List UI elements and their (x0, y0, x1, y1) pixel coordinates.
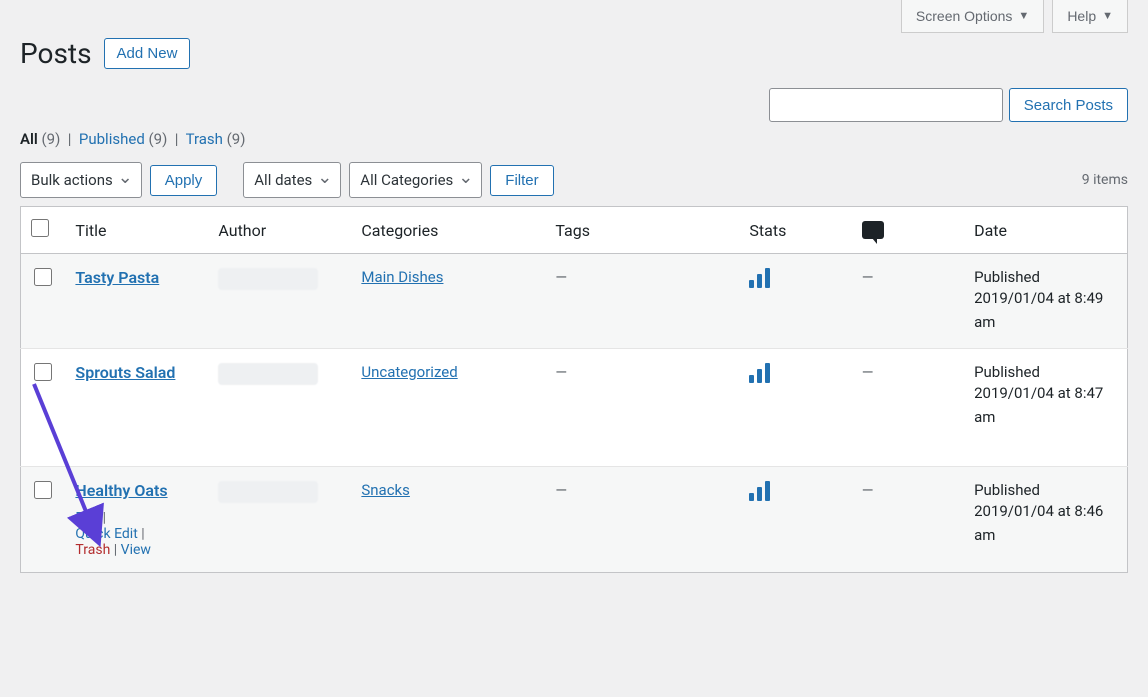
status-all[interactable]: All (9) (20, 130, 64, 148)
comments-empty: — (862, 481, 874, 499)
quick-edit-link[interactable]: Quick Edit (75, 526, 137, 542)
post-date: 2019/01/04 at 8:46 am (974, 499, 1117, 547)
category-link[interactable]: Main Dishes (361, 268, 443, 286)
author-redacted (218, 481, 318, 503)
comments-empty: — (862, 363, 874, 381)
post-status-label: Published (974, 481, 1117, 499)
stats-icon[interactable] (749, 268, 770, 288)
stats-icon[interactable] (749, 363, 770, 383)
post-status-label: Published (974, 268, 1117, 286)
items-count: 9 items (1082, 172, 1128, 188)
filter-button[interactable]: Filter (490, 165, 553, 196)
chevron-down-icon: ▼ (1018, 10, 1029, 22)
stats-icon[interactable] (749, 481, 770, 501)
screen-options-button[interactable]: Screen Options ▼ (901, 0, 1044, 33)
edit-link[interactable]: Edit (75, 510, 99, 526)
col-comments[interactable] (852, 207, 964, 254)
chevron-down-icon: ▼ (1102, 10, 1113, 22)
post-title-link[interactable]: Healthy Oats (75, 481, 167, 500)
col-categories[interactable]: Categories (351, 207, 545, 254)
col-stats[interactable]: Stats (739, 207, 851, 254)
categories-select[interactable]: All Categories (349, 162, 482, 198)
status-trash[interactable]: Trash (9) (186, 130, 246, 148)
post-title-link[interactable]: Sprouts Salad (75, 363, 175, 382)
col-author[interactable]: Author (208, 207, 351, 254)
status-published[interactable]: Published (9) (79, 130, 171, 148)
help-label: Help (1067, 8, 1096, 24)
posts-table: Title Author Categories Tags Stats Date … (20, 206, 1128, 573)
select-all-checkbox[interactable] (31, 219, 49, 237)
author-redacted (218, 268, 318, 290)
tags-empty: — (555, 481, 567, 499)
post-date: 2019/01/04 at 8:49 am (974, 286, 1117, 334)
table-row: Tasty Pasta Main Dishes — — Published 20… (21, 254, 1128, 349)
add-new-button[interactable]: Add New (104, 38, 191, 69)
search-posts-button[interactable]: Search Posts (1009, 88, 1128, 122)
category-link[interactable]: Uncategorized (361, 363, 457, 381)
table-row: Sprouts Salad Uncategorized — — Publishe… (21, 349, 1128, 467)
page-title: Posts (20, 37, 92, 70)
search-input[interactable] (769, 88, 1003, 122)
help-button[interactable]: Help ▼ (1052, 0, 1128, 33)
trash-link[interactable]: Trash (75, 542, 110, 558)
col-date[interactable]: Date (964, 207, 1127, 254)
view-link[interactable]: View (121, 542, 151, 558)
row-actions: Edit | Quick Edit | Trash | View (75, 510, 198, 558)
dates-select[interactable]: All dates (243, 162, 341, 198)
row-checkbox[interactable] (34, 481, 52, 499)
category-link[interactable]: Snacks (361, 481, 410, 499)
table-row: Healthy Oats Edit | Quick Edit | Trash |… (21, 467, 1128, 573)
status-filter-links: All (9) | Published (9) | Trash (9) (20, 130, 1128, 148)
post-status-label: Published (974, 363, 1117, 381)
post-title-link[interactable]: Tasty Pasta (75, 268, 159, 287)
row-checkbox[interactable] (34, 268, 52, 286)
bulk-actions-select[interactable]: Bulk actions (20, 162, 142, 198)
tags-empty: — (555, 363, 567, 381)
tags-empty: — (555, 268, 567, 286)
apply-button[interactable]: Apply (150, 165, 218, 196)
post-date: 2019/01/04 at 8:47 am (974, 381, 1117, 429)
row-checkbox[interactable] (34, 363, 52, 381)
comments-empty: — (862, 268, 874, 286)
author-redacted (218, 363, 318, 385)
col-title[interactable]: Title (65, 207, 208, 254)
col-tags[interactable]: Tags (545, 207, 739, 254)
comment-icon (862, 221, 884, 239)
screen-options-label: Screen Options (916, 8, 1013, 24)
